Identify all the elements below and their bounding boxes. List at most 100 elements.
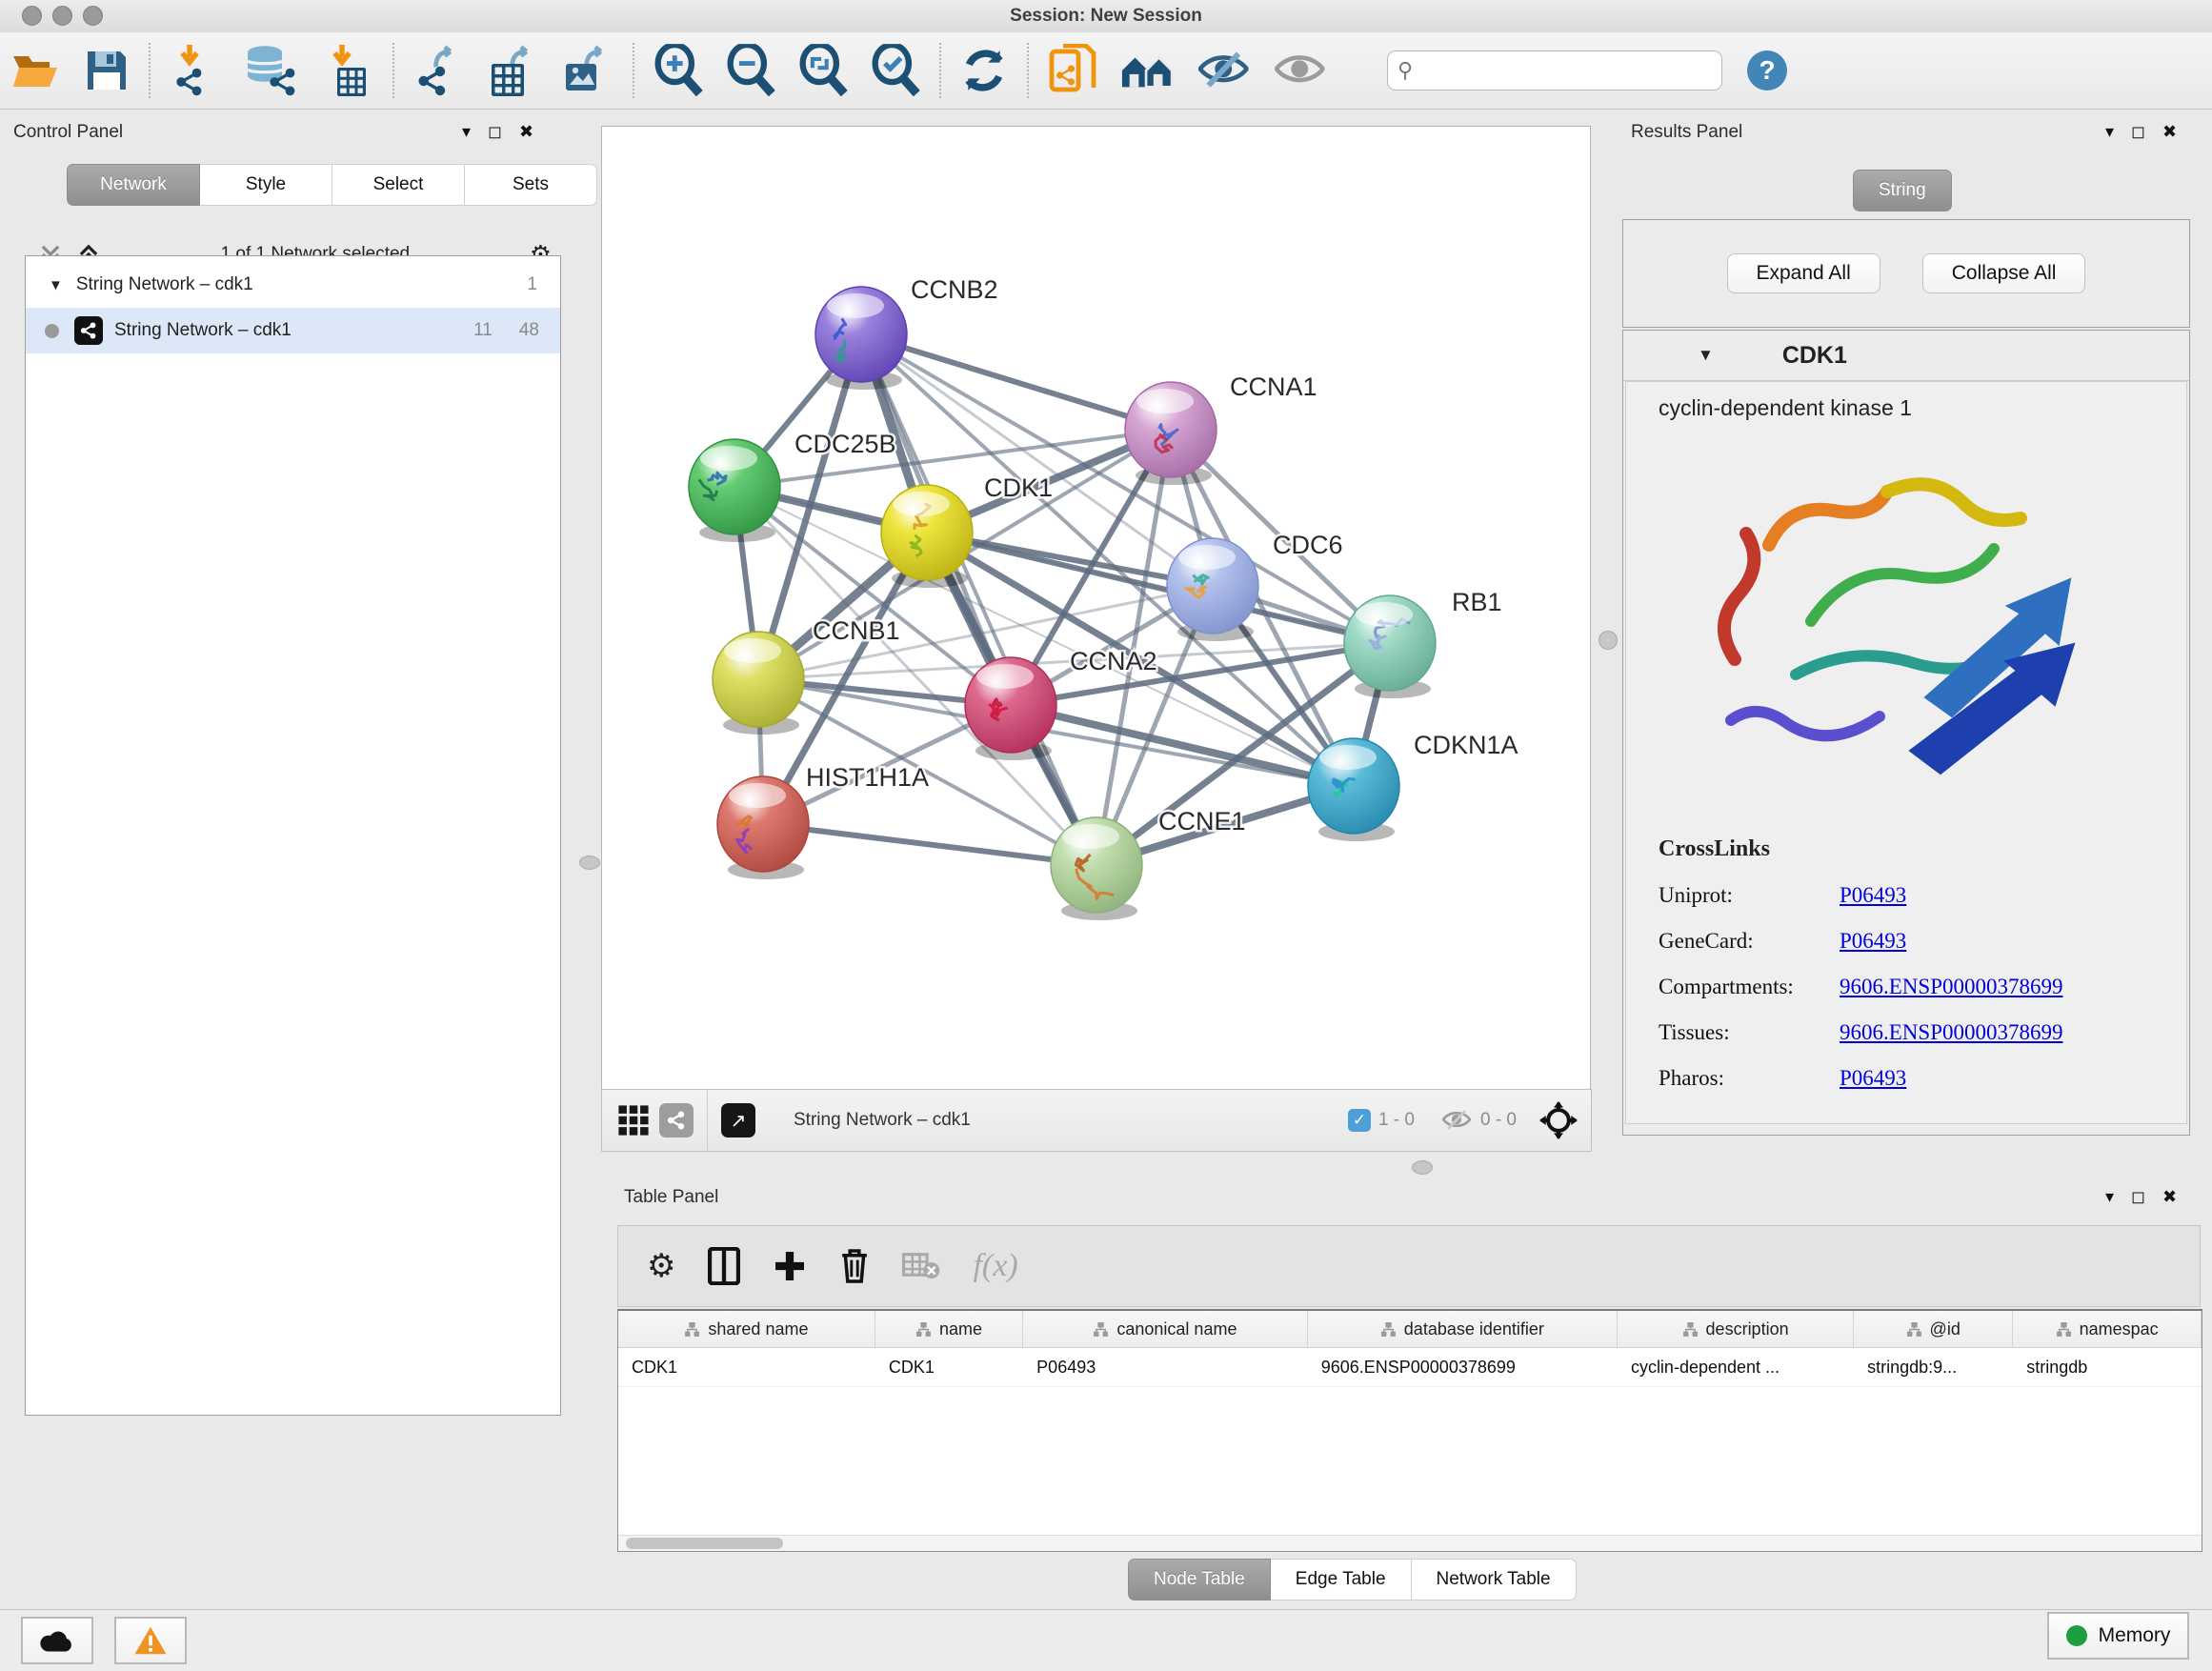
- crosslink-link[interactable]: 9606.ENSP00000378699: [1840, 975, 2063, 999]
- cloud-status-button[interactable]: [21, 1617, 93, 1664]
- network-node-hist1h1a[interactable]: HIST1H1A: [717, 763, 929, 879]
- right-splitter-handle[interactable]: [1599, 631, 1618, 650]
- tab-node-table[interactable]: Node Table: [1128, 1559, 1271, 1601]
- column-header[interactable]: shared name: [618, 1311, 875, 1347]
- crosslink-link[interactable]: P06493: [1840, 929, 1906, 954]
- table-cell[interactable]: CDK1: [875, 1348, 1023, 1386]
- tab-network[interactable]: Network: [67, 164, 200, 206]
- import-network-file-button[interactable]: [158, 42, 232, 99]
- tab-string[interactable]: String: [1853, 170, 1952, 211]
- table-panel-menu-icon[interactable]: ▾: [2105, 1187, 2114, 1207]
- left-splitter-handle[interactable]: [579, 856, 600, 870]
- save-icon: [84, 48, 130, 93]
- table-cell[interactable]: P06493: [1023, 1348, 1308, 1386]
- add-column-icon[interactable]: [773, 1249, 807, 1283]
- function-builder-icon-disabled[interactable]: f(x): [973, 1248, 1017, 1284]
- memory-label: Memory: [2099, 1624, 2171, 1647]
- column-header[interactable]: name: [875, 1311, 1023, 1347]
- share-view-button[interactable]: [659, 1103, 694, 1137]
- network-node-cdc25b[interactable]: CDC25B: [689, 430, 896, 542]
- clone-network-button[interactable]: [1036, 42, 1109, 99]
- table-row[interactable]: CDK1CDK1P064939606.ENSP00000378699cyclin…: [618, 1348, 2202, 1387]
- search-field[interactable]: ⚲: [1387, 50, 1722, 91]
- network-row[interactable]: String Network – cdk1 11 48: [26, 308, 560, 353]
- zoom-out-button[interactable]: [714, 42, 787, 99]
- column-header[interactable]: database identifier: [1308, 1311, 1618, 1347]
- hide-selected-button[interactable]: [1187, 42, 1263, 99]
- refresh-view-button[interactable]: [949, 42, 1019, 99]
- warnings-button[interactable]: [114, 1617, 187, 1664]
- scrollbar-thumb[interactable]: [626, 1538, 783, 1549]
- tab-edge-table[interactable]: Edge Table: [1271, 1559, 1412, 1601]
- export-table-button[interactable]: [476, 42, 551, 99]
- detach-view-button[interactable]: ↗: [721, 1103, 755, 1137]
- export-image-button[interactable]: [551, 42, 625, 99]
- crosslink-link[interactable]: 9606.ENSP00000378699: [1840, 1020, 2063, 1045]
- column-header[interactable]: description: [1618, 1311, 1854, 1347]
- open-session-button[interactable]: [0, 42, 72, 99]
- results-panel-float-icon[interactable]: ◻: [2131, 122, 2145, 142]
- birdseye-crosshair-button[interactable]: [1539, 1101, 1578, 1139]
- table-cell[interactable]: stringdb:9...: [1854, 1348, 2013, 1386]
- network-edge[interactable]: [763, 824, 1096, 865]
- toolbar-separator: [939, 43, 941, 98]
- show-all-button[interactable]: [1263, 42, 1339, 99]
- table-panel-float-icon[interactable]: ◻: [2131, 1187, 2145, 1207]
- tab-select[interactable]: Select: [332, 164, 465, 206]
- first-neighbors-button[interactable]: [1109, 42, 1187, 99]
- network-view-canvas[interactable]: CCNB2CCNA1CDC25BCDK1CDC6RB1CCNB1CCNA2CDK…: [601, 126, 1591, 1091]
- zoom-fit-button[interactable]: [787, 42, 859, 99]
- node-label: HIST1H1A: [806, 763, 929, 792]
- selected-checkbox-icon[interactable]: ✓: [1348, 1109, 1371, 1132]
- crosslink-link[interactable]: P06493: [1840, 1066, 1906, 1091]
- import-network-database-button[interactable]: [232, 42, 311, 99]
- delete-column-icon[interactable]: [839, 1247, 870, 1285]
- help-button[interactable]: ?: [1747, 50, 1787, 91]
- clear-table-icon-disabled[interactable]: [902, 1252, 940, 1280]
- select-columns-icon[interactable]: [708, 1247, 740, 1285]
- table-settings-gear-icon[interactable]: ⚙: [647, 1247, 675, 1285]
- memory-button[interactable]: Memory: [2047, 1612, 2189, 1660]
- network-node-rb1[interactable]: RB1: [1344, 588, 1502, 698]
- results-panel-close-icon[interactable]: ✖: [2162, 122, 2177, 142]
- save-session-button[interactable]: [72, 42, 141, 99]
- network-graph[interactable]: CCNB2CCNA1CDC25BCDK1CDC6RB1CCNB1CCNA2CDK…: [602, 127, 1590, 1090]
- search-input[interactable]: [1420, 60, 1712, 82]
- crosslink-row: Uniprot:P06493: [1659, 883, 2186, 908]
- horizontal-splitter-handle[interactable]: [1412, 1160, 1433, 1175]
- network-node-cdkn1a[interactable]: CDKN1A: [1308, 731, 1518, 841]
- table-cell[interactable]: cyclin-dependent ...: [1618, 1348, 1854, 1386]
- column-header-label: namespac: [2080, 1319, 2159, 1339]
- expand-all-button[interactable]: Expand All: [1727, 253, 1880, 293]
- collection-expander-icon[interactable]: ▼: [49, 277, 63, 293]
- tab-network-table[interactable]: Network Table: [1412, 1559, 1577, 1601]
- zoom-in-button[interactable]: [642, 42, 714, 99]
- grid-view-button[interactable]: [617, 1104, 650, 1137]
- control-panel-close-icon[interactable]: ✖: [519, 122, 533, 142]
- tab-sets[interactable]: Sets: [465, 164, 597, 206]
- table-cell[interactable]: 9606.ENSP00000378699: [1308, 1348, 1618, 1386]
- tab-style[interactable]: Style: [200, 164, 332, 206]
- results-panel-menu-icon[interactable]: ▾: [2105, 122, 2114, 142]
- table-horizontal-scrollbar[interactable]: [618, 1535, 2202, 1551]
- column-header[interactable]: @id: [1854, 1311, 2013, 1347]
- zoom-selected-button[interactable]: [859, 42, 932, 99]
- network-collection-row[interactable]: ▼ String Network – cdk1 1: [26, 262, 560, 308]
- network-edge[interactable]: [861, 334, 1171, 430]
- collapse-all-button[interactable]: Collapse All: [1922, 253, 2086, 293]
- import-table-button[interactable]: [311, 42, 385, 99]
- column-header[interactable]: canonical name: [1023, 1311, 1308, 1347]
- network-node-ccna2[interactable]: CCNA2: [965, 647, 1157, 760]
- table-panel-close-icon[interactable]: ✖: [2162, 1187, 2177, 1207]
- control-panel-menu-icon[interactable]: ▾: [462, 122, 471, 142]
- table-cell[interactable]: stringdb: [2013, 1348, 2202, 1386]
- control-panel-float-icon[interactable]: ◻: [488, 122, 502, 142]
- column-header[interactable]: namespac: [2013, 1311, 2202, 1347]
- houses-icon: [1120, 48, 1176, 93]
- protein-expander-icon[interactable]: ▼: [1698, 346, 1714, 365]
- network-node-ccna1[interactable]: CCNA1: [1125, 372, 1317, 485]
- network-node-ccnb2[interactable]: CCNB2: [815, 275, 998, 390]
- crosslink-link[interactable]: P06493: [1840, 883, 1906, 908]
- export-network-button[interactable]: [402, 42, 476, 99]
- table-cell[interactable]: CDK1: [618, 1348, 875, 1386]
